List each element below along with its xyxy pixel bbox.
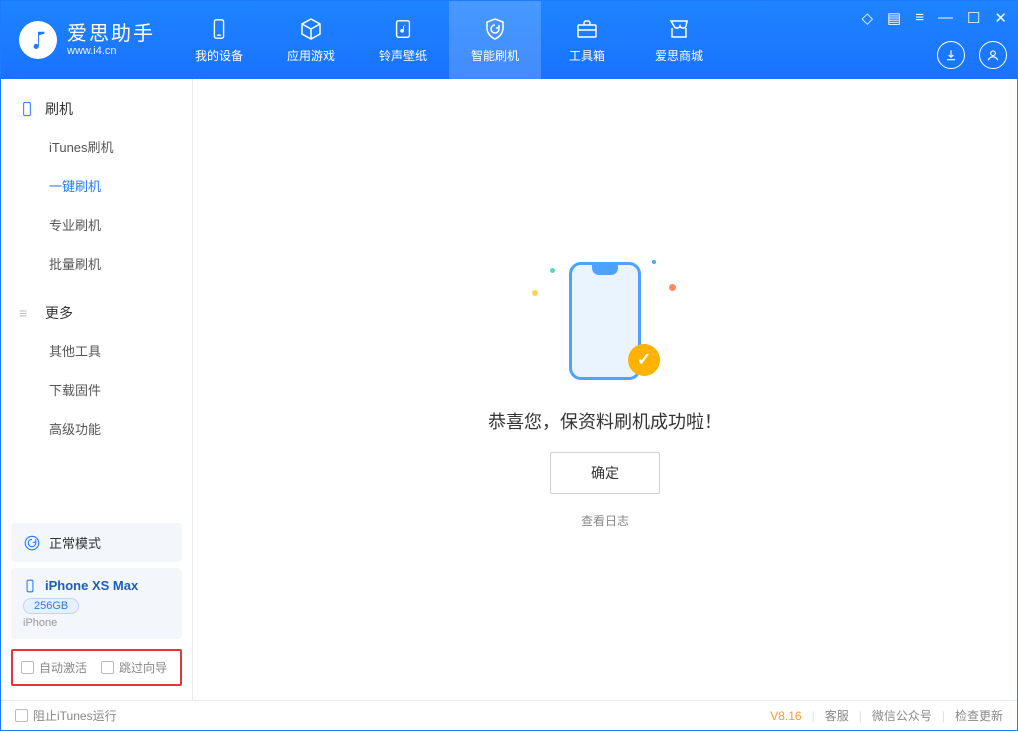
checkbox-label: 跳过向导 <box>119 659 167 676</box>
brand-url: www.i4.cn <box>67 45 155 57</box>
sidebar-section-flash: 刷机 <box>1 99 192 127</box>
music-file-icon <box>390 16 416 42</box>
nav-label: 爱思商城 <box>655 47 703 64</box>
nav-toolbox[interactable]: 工具箱 <box>541 1 633 79</box>
device-type: iPhone <box>23 617 170 629</box>
sidebar-item-batch-flash[interactable]: 批量刷机 <box>1 244 192 283</box>
device-card[interactable]: iPhone XS Max 256GB iPhone <box>11 568 182 639</box>
user-button[interactable] <box>979 41 1007 69</box>
download-button[interactable] <box>937 41 965 69</box>
sidebar-item-advanced[interactable]: 高级功能 <box>1 409 192 448</box>
brand: 爱思助手 www.i4.cn <box>1 21 173 59</box>
section-title: 更多 <box>45 303 73 323</box>
minimize-button[interactable]: — <box>938 9 953 27</box>
support-link[interactable]: 客服 <box>825 707 849 724</box>
nav-ringtones[interactable]: 铃声壁纸 <box>357 1 449 79</box>
cube-icon <box>298 16 324 42</box>
storage-badge: 256GB <box>23 598 79 614</box>
mode-label: 正常模式 <box>49 533 101 552</box>
success-message: 恭喜您，保资料刷机成功啦！ <box>488 408 722 434</box>
sidebar-item-download-firmware[interactable]: 下载固件 <box>1 370 192 409</box>
section-title: 刷机 <box>45 99 73 119</box>
view-log-link[interactable]: 查看日志 <box>581 512 629 529</box>
nav-label: 工具箱 <box>569 47 605 64</box>
checkbox-label: 自动激活 <box>39 659 87 676</box>
options-box: 自动激活 跳过向导 <box>11 649 182 686</box>
footer: 阻止iTunes运行 V8.16 | 客服 | 微信公众号 | 检查更新 <box>1 700 1017 730</box>
version-label: V8.16 <box>770 709 801 723</box>
sidebar-item-oneclick-flash[interactable]: 一键刷机 <box>1 166 192 205</box>
maximize-button[interactable]: ☐ <box>967 9 980 27</box>
checkbox-label: 阻止iTunes运行 <box>33 707 117 724</box>
nav-apps-games[interactable]: 应用游戏 <box>265 1 357 79</box>
ok-button[interactable]: 确定 <box>550 452 660 494</box>
nav-my-device[interactable]: 我的设备 <box>173 1 265 79</box>
top-nav: 我的设备 应用游戏 铃声壁纸 智能刷机 工具箱 爱思商城 <box>173 1 725 79</box>
list-icon[interactable]: ≡ <box>915 9 924 27</box>
menu-icon[interactable]: ▤ <box>887 9 901 27</box>
sidebar-item-pro-flash[interactable]: 专业刷机 <box>1 205 192 244</box>
phone-icon <box>206 16 232 42</box>
mode-card[interactable]: 正常模式 <box>11 523 182 562</box>
nav-label: 我的设备 <box>195 47 243 64</box>
success-illustration: ✓ <box>530 250 680 390</box>
nav-label: 铃声壁纸 <box>379 47 427 64</box>
sidebar-item-itunes-flash[interactable]: iTunes刷机 <box>1 127 192 166</box>
update-link[interactable]: 检查更新 <box>955 707 1003 724</box>
titlebar: 爱思助手 www.i4.cn 我的设备 应用游戏 铃声壁纸 智能刷机 工具箱 爱… <box>1 1 1017 79</box>
checkbox-icon <box>15 709 28 722</box>
skip-guide-checkbox[interactable]: 跳过向导 <box>101 659 167 676</box>
wechat-link[interactable]: 微信公众号 <box>872 707 932 724</box>
toolbox-icon <box>574 16 600 42</box>
check-icon: ✓ <box>628 344 660 376</box>
shirt-icon[interactable]: ◇ <box>861 9 873 27</box>
nav-store[interactable]: 爱思商城 <box>633 1 725 79</box>
brand-logo-icon <box>19 21 57 59</box>
refresh-icon <box>23 534 41 552</box>
sidebar-section-more: ≡ 更多 <box>1 303 192 331</box>
sidebar-item-other-tools[interactable]: 其他工具 <box>1 331 192 370</box>
checkbox-icon <box>101 661 114 674</box>
brand-name: 爱思助手 <box>67 23 155 45</box>
sidebar: 刷机 iTunes刷机 一键刷机 专业刷机 批量刷机 ≡ 更多 其他工具 下载固… <box>1 79 193 700</box>
main-content: ✓ 恭喜您，保资料刷机成功啦！ 确定 查看日志 <box>193 79 1017 700</box>
nav-label: 应用游戏 <box>287 47 335 64</box>
auto-activate-checkbox[interactable]: 自动激活 <box>21 659 87 676</box>
close-button[interactable]: ✕ <box>994 9 1007 27</box>
list-icon: ≡ <box>19 305 35 321</box>
nav-smart-flash[interactable]: 智能刷机 <box>449 1 541 79</box>
window-controls: ◇ ▤ ≡ — ☐ ✕ <box>861 1 1017 79</box>
store-icon <box>666 16 692 42</box>
nav-label: 智能刷机 <box>471 47 519 64</box>
phone-icon <box>23 579 37 593</box>
checkbox-icon <box>21 661 34 674</box>
device-name: iPhone XS Max <box>45 578 138 593</box>
block-itunes-checkbox[interactable]: 阻止iTunes运行 <box>15 707 117 724</box>
shield-refresh-icon <box>482 16 508 42</box>
